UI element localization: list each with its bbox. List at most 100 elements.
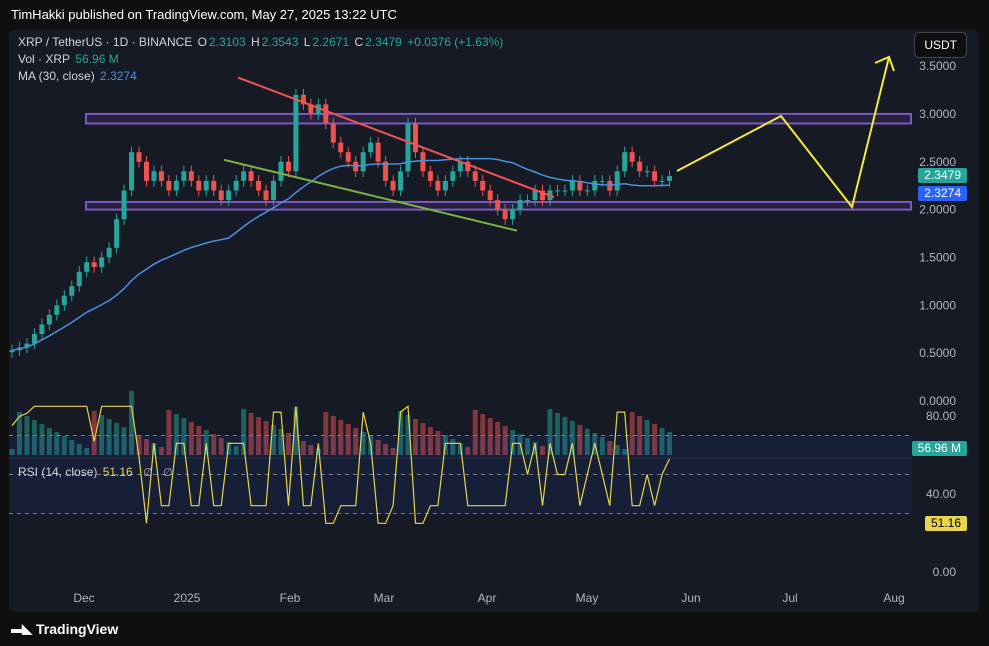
candle-body <box>196 180 202 191</box>
price-axis-label: 3.5000 <box>919 59 956 73</box>
time-axis-label: May <box>576 591 599 605</box>
candle-body <box>271 180 277 201</box>
chart-area[interactable]: 3.5000 3.0000 2.5000 2.0000 1.5000 1.0000 0.50… <box>9 30 979 612</box>
candle-body <box>158 171 164 181</box>
tradingview-logo[interactable]: ▬◣ TradingView <box>11 621 118 637</box>
candle-body <box>569 180 575 191</box>
candle-body <box>129 152 135 191</box>
candle-body <box>54 305 60 315</box>
high-value: 2.3543 <box>261 35 299 49</box>
change-value: +0.0376 (+1.63%) <box>407 35 504 49</box>
candle-body <box>188 171 194 181</box>
close-label: C <box>354 35 364 49</box>
candle-body <box>323 104 329 124</box>
candle-body <box>637 161 643 172</box>
candle-body <box>622 152 628 172</box>
candle-body <box>218 190 224 201</box>
candle-body <box>652 171 658 181</box>
candle-body <box>525 200 531 202</box>
candle-body <box>61 295 67 306</box>
rsi-axis-label: 40.00 <box>926 487 956 501</box>
time-axis-label: 2025 <box>174 591 201 605</box>
candle-body <box>248 171 254 181</box>
symbol-legend[interactable]: XRP / TetherUS · 1D · BINANCE O 2.3103 H2… <box>18 35 505 49</box>
symbol-title[interactable]: XRP / TetherUS · 1D · BINANCE <box>18 35 192 49</box>
candle-body <box>629 152 635 162</box>
candle-body <box>285 161 291 172</box>
candle-body <box>114 219 120 248</box>
ma-badge: 2.3274 <box>918 186 967 201</box>
candle-body <box>405 123 411 172</box>
candle-body <box>487 190 493 201</box>
candle-body <box>502 209 508 220</box>
currency-button[interactable]: USDT <box>914 32 967 58</box>
candle-body <box>338 142 344 153</box>
time-axis-label: Jun <box>681 591 700 605</box>
tradingview-logo-icon: ▬◣ <box>11 621 32 636</box>
candle-body <box>360 152 366 172</box>
chart-canvas[interactable]: 3.5000 3.0000 2.5000 2.0000 1.5000 1.0000 0.50… <box>9 30 979 612</box>
tradingview-logo-text: TradingView <box>36 621 119 637</box>
time-axis-label: Apr <box>478 591 497 605</box>
candle-body <box>226 190 232 201</box>
candle-body <box>345 152 351 162</box>
high-label: H <box>251 35 260 49</box>
time-axis-label: Dec <box>73 591 94 605</box>
candle-body <box>614 171 620 191</box>
candle-body <box>39 324 45 335</box>
ma-value: 2.3274 <box>100 69 137 83</box>
candle-body <box>398 171 404 191</box>
candle-body <box>554 190 560 192</box>
candle-body <box>420 152 426 172</box>
candle-body <box>84 262 90 272</box>
open-value: 2.3103 <box>208 35 246 49</box>
time-axis-label: Jul <box>782 591 797 605</box>
rsi-value: 51.16 <box>102 465 133 479</box>
low-label: L <box>303 35 311 49</box>
candle-body <box>69 286 75 296</box>
candle-body <box>293 94 299 172</box>
candle-body <box>375 142 381 162</box>
candle-body <box>644 171 650 173</box>
candle-body <box>263 190 269 201</box>
price-axis-label: 2.5000 <box>919 155 956 169</box>
candle-body <box>46 314 52 325</box>
visibility-off-icon-2[interactable]: ∅ <box>163 467 173 479</box>
ma-legend[interactable]: MA (30, close) 2.3274 <box>18 69 139 83</box>
price-axis-label: 1.0000 <box>919 298 956 312</box>
candle-body <box>99 257 105 268</box>
rsi-axis-label: 0.00 <box>933 565 957 579</box>
candle-body <box>203 180 209 191</box>
candle-body <box>480 180 486 191</box>
ma-label: MA (30, close) <box>18 69 95 83</box>
candle-body <box>472 171 478 181</box>
low-value: 2.2671 <box>312 35 350 49</box>
arrow-head-icon <box>874 55 895 72</box>
price-axis-label: 0.5000 <box>919 346 956 360</box>
candle-body <box>412 123 418 153</box>
candle-body <box>76 271 82 287</box>
candle-body <box>136 152 142 162</box>
time-axis-label: Feb <box>280 591 301 605</box>
candle-body <box>390 180 396 191</box>
price-axis-label: 1.5000 <box>919 250 956 264</box>
candle-body <box>166 180 172 191</box>
rsi-legend[interactable]: RSI (14, close) 51.16 ∅ ∅ <box>18 465 175 479</box>
candle-body <box>435 180 441 191</box>
candle-body <box>495 200 501 210</box>
candle-body <box>659 180 665 182</box>
time-axis-label: Aug <box>883 591 904 605</box>
rsi-axis-label: 80.00 <box>926 409 956 423</box>
price-axis-label: 3.0000 <box>919 107 956 121</box>
volume-label: Vol · XRP <box>18 52 71 66</box>
volume-badge: 56.96 M <box>911 441 967 456</box>
volume-legend[interactable]: Vol · XRP 56.96 M <box>18 52 121 66</box>
price-axis-label: 0.0000 <box>919 394 956 408</box>
projection-path <box>676 56 890 210</box>
candle-body <box>667 176 673 181</box>
candle-body <box>173 180 179 191</box>
visibility-off-icon[interactable]: ∅ <box>143 467 153 479</box>
price-badge: 2.3479 <box>918 168 967 183</box>
close-value: 2.3479 <box>365 35 402 49</box>
candle-body <box>151 171 157 181</box>
